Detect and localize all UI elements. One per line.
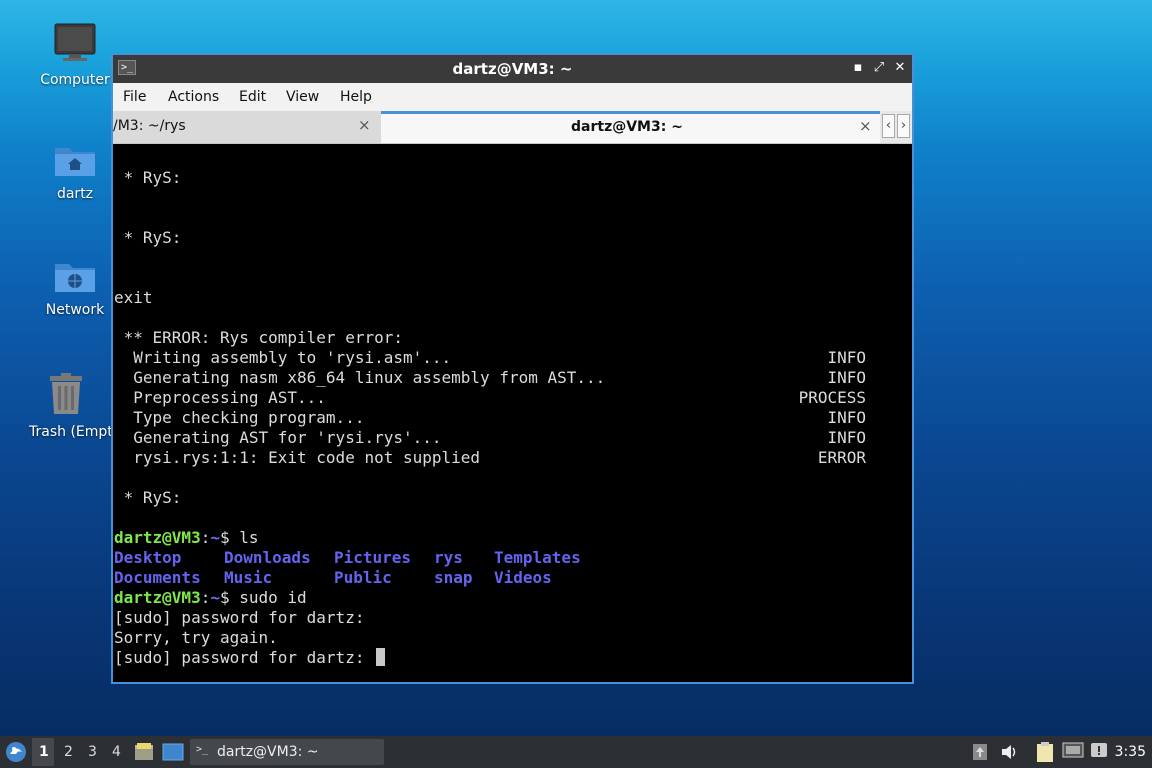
terminal-window: >_ dartz@VM3: ~ ▪ ⤢ ✕ File Actions Edit … (111, 53, 914, 684)
prompt-user: dartz@VM3 (114, 528, 201, 547)
menu-actions[interactable]: Actions (168, 89, 219, 105)
terminal-error-line: ** ERROR: Rys compiler error: (114, 328, 403, 347)
log-level: INFO (827, 428, 866, 447)
menu-file[interactable]: File (123, 89, 146, 105)
log-level: PROCESS (798, 388, 866, 407)
log-message: Type checking program... (114, 408, 365, 427)
updates-icon[interactable] (972, 743, 988, 761)
workspace-1[interactable]: 1 (39, 744, 49, 760)
window-titlebar[interactable]: >_ dartz@VM3: ~ ▪ ⤢ ✕ (113, 55, 912, 83)
log-message: Generating AST for 'rysi.rys'... (114, 428, 442, 447)
maximize-button[interactable]: ⤢ (871, 60, 887, 76)
menu-bar: File Actions Edit View Help (113, 83, 912, 111)
app-menu-icon[interactable] (5, 741, 27, 763)
prompt-line: dartz@VM3:~$ sudo id (114, 588, 307, 608)
tab-rys-label: /M3: ~/rys (113, 118, 186, 134)
ls-entry: Downloads (224, 548, 311, 567)
terminal-task-icon: >_ (196, 744, 209, 755)
terminal-output[interactable]: * RyS: * RyS: exit ** ERROR: Rys compile… (113, 144, 912, 682)
prompt-line: dartz@VM3:~$ ls (114, 528, 259, 548)
home-folder-icon (55, 148, 95, 176)
terminal-line: * RyS: (114, 168, 182, 187)
file-manager-launcher-icon[interactable] (134, 742, 154, 762)
log-message: rysi.rys:1:1: Exit code not supplied (114, 448, 481, 467)
log-message: Writing assembly to 'rysi.asm'... (114, 348, 452, 367)
trash-icon (50, 373, 82, 414)
command-text: ls (239, 528, 259, 547)
clock[interactable]: 3:35 (1115, 744, 1146, 760)
prompt-path: ~ (210, 528, 220, 547)
workspace-2[interactable]: 2 (64, 744, 73, 760)
minimize-button[interactable]: ▪ (850, 60, 866, 76)
password-prompt: [sudo] password for dartz: (114, 648, 375, 667)
ls-entry: Pictures (334, 548, 412, 567)
close-button[interactable]: ✕ (892, 60, 908, 76)
terminal-line: [sudo] password for dartz: (114, 608, 365, 627)
desktop-icon-trash[interactable]: Trash (Empty) (20, 372, 112, 440)
volume-icon[interactable] (1000, 743, 1018, 761)
prompt-separator: : (200, 528, 211, 547)
terminal-line: Sorry, try again. (114, 628, 278, 647)
prompt-path: ~ (210, 588, 220, 607)
ls-entry: Documents (114, 568, 201, 587)
prompt-sign: $ (219, 588, 240, 607)
text-cursor (376, 648, 386, 666)
desktop-icon-network[interactable]: Network (27, 258, 123, 318)
menu-help[interactable]: Help (340, 89, 372, 105)
tab-home-close-icon[interactable]: × (859, 117, 872, 135)
log-message: Generating nasm x86_64 linux assembly fr… (114, 368, 606, 387)
notification-icon[interactable] (1090, 742, 1108, 760)
tab-scroll-right-button[interactable]: › (897, 114, 910, 138)
terminal-input-line[interactable]: [sudo] password for dartz: (114, 648, 386, 668)
ls-entry: Public (334, 568, 392, 587)
prompt-user: dartz@VM3 (114, 588, 201, 607)
clipboard-icon[interactable] (1035, 741, 1055, 763)
prompt-separator: : (200, 588, 211, 607)
desktop-label-computer: Computer (40, 72, 110, 88)
taskbar: 1 2 3 4 >_ dartz@VM3: ~ 3:35 (0, 736, 1152, 768)
menu-view[interactable]: View (286, 89, 319, 105)
workspace-3[interactable]: 3 (88, 744, 97, 760)
ls-entry: Videos (494, 568, 552, 587)
ls-entry: Desktop (114, 548, 182, 567)
ls-entry: Templates (494, 548, 581, 567)
menu-edit[interactable]: Edit (239, 89, 266, 105)
tab-home-label: dartz@VM3: ~ (571, 119, 683, 135)
tab-home[interactable]: dartz@VM3: ~ × (381, 111, 880, 143)
log-level: INFO (827, 348, 866, 367)
desktop-label-network: Network (45, 302, 105, 318)
ls-entry: Music (224, 568, 273, 587)
log-level: INFO (827, 408, 866, 427)
network-icon[interactable] (1062, 742, 1084, 760)
desktop-label-trash: Trash (Empty) (29, 424, 112, 440)
network-folder-icon (55, 264, 95, 292)
tab-rys-close-icon[interactable]: × (358, 116, 371, 134)
prompt-sign: $ (219, 528, 240, 547)
terminal-line: * RyS: (114, 228, 182, 247)
log-level: ERROR (817, 448, 866, 467)
taskbar-task-terminal[interactable]: >_ dartz@VM3: ~ (190, 739, 384, 765)
terminal-line: * RyS: (114, 488, 182, 507)
tab-bar: /M3: ~/rys × dartz@VM3: ~ × ‹ › (113, 111, 912, 144)
terminal-line: exit (114, 288, 153, 307)
tab-scroll-left-button[interactable]: ‹ (882, 114, 895, 138)
window-title: dartz@VM3: ~ (452, 60, 573, 78)
ls-entry: rys (434, 548, 463, 567)
desktop-label-home: dartz (56, 186, 94, 202)
desktop-icon-home[interactable]: dartz (27, 142, 123, 202)
log-message: Preprocessing AST... (114, 388, 326, 407)
command-text: sudo id (239, 588, 307, 607)
taskbar-task-label: dartz@VM3: ~ (217, 744, 319, 760)
show-desktop-icon[interactable] (162, 743, 184, 761)
computer-icon (54, 23, 96, 61)
ls-entry: snap (434, 568, 473, 587)
log-level: INFO (827, 368, 866, 387)
tab-rys[interactable]: /M3: ~/rys × (113, 111, 381, 143)
workspace-4[interactable]: 4 (112, 744, 121, 760)
desktop-icon-computer[interactable]: Computer (27, 22, 123, 88)
